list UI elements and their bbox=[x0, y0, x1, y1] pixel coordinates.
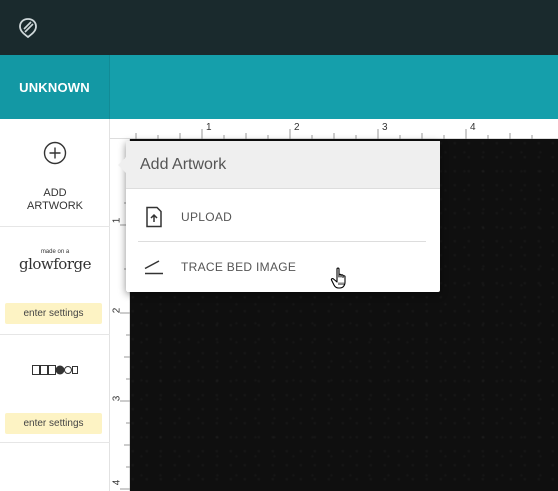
glowforge-logo-icon[interactable] bbox=[0, 0, 56, 55]
upload-option[interactable]: UPLOAD bbox=[126, 192, 440, 242]
ruler-label: 2 bbox=[294, 122, 300, 133]
material-item[interactable]: made on a glowforge enter settings bbox=[0, 227, 110, 335]
sidebar: ADD ARTWORK made on a glowforge enter se… bbox=[0, 119, 110, 491]
add-artwork-button[interactable]: ADD ARTWORK bbox=[0, 119, 110, 227]
design-name[interactable]: UNKNOWN bbox=[0, 55, 110, 119]
glowforge-material-logo: made on a glowforge bbox=[0, 249, 110, 272]
upload-option-label: UPLOAD bbox=[181, 210, 233, 224]
ruler-label: 1 bbox=[111, 217, 123, 224]
trace-bed-image-option[interactable]: TRACE BED IMAGE bbox=[126, 242, 440, 292]
ruler-label: 4 bbox=[470, 122, 476, 133]
ruler-label: 3 bbox=[382, 122, 388, 133]
material-shapes-icon bbox=[32, 365, 78, 375]
trace-bed-image-label: TRACE BED IMAGE bbox=[181, 260, 297, 274]
upload-icon bbox=[139, 205, 169, 229]
ruler-label: 4 bbox=[111, 479, 123, 486]
ruler-label: 1 bbox=[206, 122, 212, 133]
material-item[interactable]: enter settings bbox=[0, 335, 110, 443]
enter-settings-button[interactable]: enter settings bbox=[5, 413, 102, 434]
top-bar bbox=[0, 0, 558, 55]
title-bar: UNKNOWN bbox=[0, 55, 558, 119]
logo-big-text: glowforge bbox=[18, 255, 92, 273]
trace-icon bbox=[139, 255, 169, 279]
add-artwork-menu: Add Artwork UPLOAD TRACE BED IMAGE bbox=[118, 141, 440, 292]
ruler-label: 3 bbox=[111, 395, 123, 402]
horizontal-ruler: 1 2 3 4 bbox=[110, 119, 558, 139]
menu-pointer-arrow bbox=[118, 157, 126, 173]
hand-pointer-cursor-icon bbox=[330, 267, 346, 289]
add-artwork-label: ADD ARTWORK bbox=[0, 187, 110, 213]
enter-settings-button[interactable]: enter settings bbox=[5, 303, 102, 324]
add-artwork-menu-title: Add Artwork bbox=[126, 141, 440, 189]
plus-circle-icon bbox=[43, 141, 67, 165]
add-artwork-label-line2: ARTWORK bbox=[26, 200, 84, 212]
add-artwork-label-line1: ADD bbox=[43, 187, 67, 199]
ruler-label: 2 bbox=[111, 307, 123, 314]
